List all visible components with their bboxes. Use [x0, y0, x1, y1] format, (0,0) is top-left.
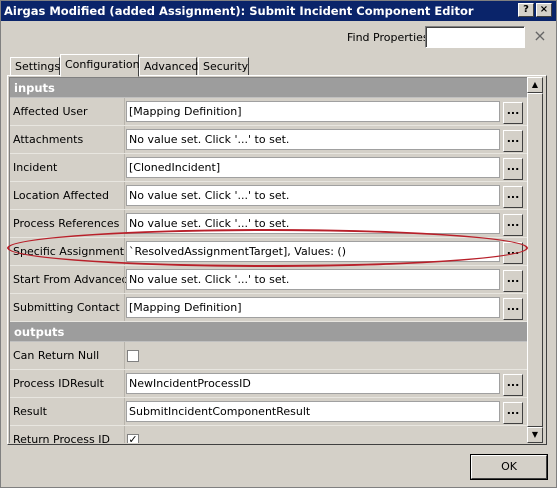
- column-divider: [124, 426, 125, 443]
- vertical-scrollbar[interactable]: ▲ ▼: [527, 77, 543, 443]
- property-row-can-return-null: Can Return Null: [10, 342, 527, 370]
- column-divider: [124, 238, 125, 265]
- edit-value-button[interactable]: ...: [503, 298, 523, 320]
- property-row-result: Result SubmitIncidentComponentResult ...: [10, 398, 527, 426]
- edit-value-button[interactable]: ...: [503, 242, 523, 264]
- return-process-id-checkbox[interactable]: ✓: [127, 434, 139, 443]
- edit-value-button[interactable]: ...: [503, 270, 523, 292]
- column-divider: [124, 126, 125, 153]
- property-value-field[interactable]: NewIncidentProcessID: [126, 373, 500, 394]
- scroll-down-icon[interactable]: ▼: [527, 427, 543, 443]
- scroll-up-icon[interactable]: ▲: [527, 77, 543, 93]
- property-label: Result: [13, 405, 47, 418]
- window-title: Airgas Modified (added Assignment): Subm…: [4, 4, 474, 18]
- property-value-field[interactable]: No value set. Click '...' to set.: [126, 129, 500, 150]
- property-row-specific-assignment: Specific Assignment `ResolvedAssignmentT…: [10, 238, 527, 266]
- property-value-field[interactable]: [Mapping Definition]: [126, 101, 500, 122]
- ok-button[interactable]: OK: [471, 455, 547, 479]
- help-button[interactable]: ?: [518, 3, 534, 17]
- property-label: Return Process ID: [13, 433, 110, 443]
- column-divider: [124, 210, 125, 237]
- property-row-submitting-contact: Submitting Contact [Mapping Definition] …: [10, 294, 527, 322]
- property-label: Submitting Contact: [13, 301, 120, 314]
- property-label: Affected User: [13, 105, 88, 118]
- edit-value-button[interactable]: ...: [503, 158, 523, 180]
- property-row-process-references: Process References No value set. Click '…: [10, 210, 527, 238]
- edit-value-button[interactable]: ...: [503, 402, 523, 424]
- clear-search-icon[interactable]: ×: [532, 28, 548, 44]
- close-button[interactable]: ×: [536, 3, 552, 17]
- tab-security[interactable]: Security: [198, 57, 249, 76]
- property-row-return-process-id: Return Process ID ✓: [10, 426, 527, 443]
- edit-value-button[interactable]: ...: [503, 102, 523, 124]
- column-divider: [124, 182, 125, 209]
- property-value-field[interactable]: SubmitIncidentComponentResult: [126, 401, 500, 422]
- property-label: Process References: [13, 217, 120, 230]
- edit-value-button[interactable]: ...: [503, 130, 523, 152]
- tab-advanced[interactable]: Advanced: [139, 57, 198, 76]
- edit-value-button[interactable]: ...: [503, 186, 523, 208]
- edit-value-button[interactable]: ...: [503, 374, 523, 396]
- property-value-field[interactable]: No value set. Click '...' to set.: [126, 269, 500, 290]
- property-row-attachments: Attachments No value set. Click '...' to…: [10, 126, 527, 154]
- property-value-field[interactable]: [ClonedIncident]: [126, 157, 500, 178]
- property-label: Incident: [13, 161, 58, 174]
- property-value-field[interactable]: No value set. Click '...' to set.: [126, 185, 500, 206]
- tab-configuration[interactable]: Configuration: [60, 54, 140, 77]
- column-divider: [124, 98, 125, 125]
- editor-window: Airgas Modified (added Assignment): Subm…: [0, 0, 557, 488]
- column-divider: [124, 370, 125, 397]
- property-row-incident: Incident [ClonedIncident] ...: [10, 154, 527, 182]
- property-value-field[interactable]: `ResolvedAssignmentTarget], Values: (): [126, 241, 500, 262]
- section-inputs[interactable]: inputs: [10, 78, 527, 98]
- title-bar: Airgas Modified (added Assignment): Subm…: [1, 1, 556, 21]
- column-divider: [124, 294, 125, 321]
- column-divider: [124, 342, 125, 369]
- column-divider: [124, 154, 125, 181]
- property-label: Process IDResult: [13, 377, 104, 390]
- property-label: Attachments: [13, 133, 84, 146]
- property-value-field[interactable]: [Mapping Definition]: [126, 297, 500, 318]
- can-return-null-checkbox[interactable]: [127, 350, 139, 362]
- tab-settings[interactable]: Settings: [10, 57, 60, 76]
- property-label: Specific Assignment: [13, 245, 125, 258]
- property-row-start-from-advanced: Start From Advanced No value set. Click …: [10, 266, 527, 294]
- property-row-affected-user: Affected User [Mapping Definition] ...: [10, 98, 527, 126]
- section-outputs[interactable]: outputs: [10, 322, 527, 342]
- scroll-thumb[interactable]: [527, 93, 543, 427]
- property-value-field[interactable]: No value set. Click '...' to set.: [126, 213, 500, 234]
- property-label: Can Return Null: [13, 349, 100, 362]
- find-properties-label: Find Properties: [347, 31, 429, 44]
- property-grid: inputs Affected User [Mapping Definition…: [9, 77, 527, 443]
- column-divider: [124, 398, 125, 425]
- property-row-location-affected: Location Affected No value set. Click '.…: [10, 182, 527, 210]
- find-properties-input[interactable]: [425, 26, 525, 48]
- column-divider: [124, 266, 125, 293]
- property-row-process-idresult: Process IDResult NewIncidentProcessID ..…: [10, 370, 527, 398]
- property-label: Start From Advanced: [13, 273, 129, 286]
- property-label: Location Affected: [13, 189, 110, 202]
- edit-value-button[interactable]: ...: [503, 214, 523, 236]
